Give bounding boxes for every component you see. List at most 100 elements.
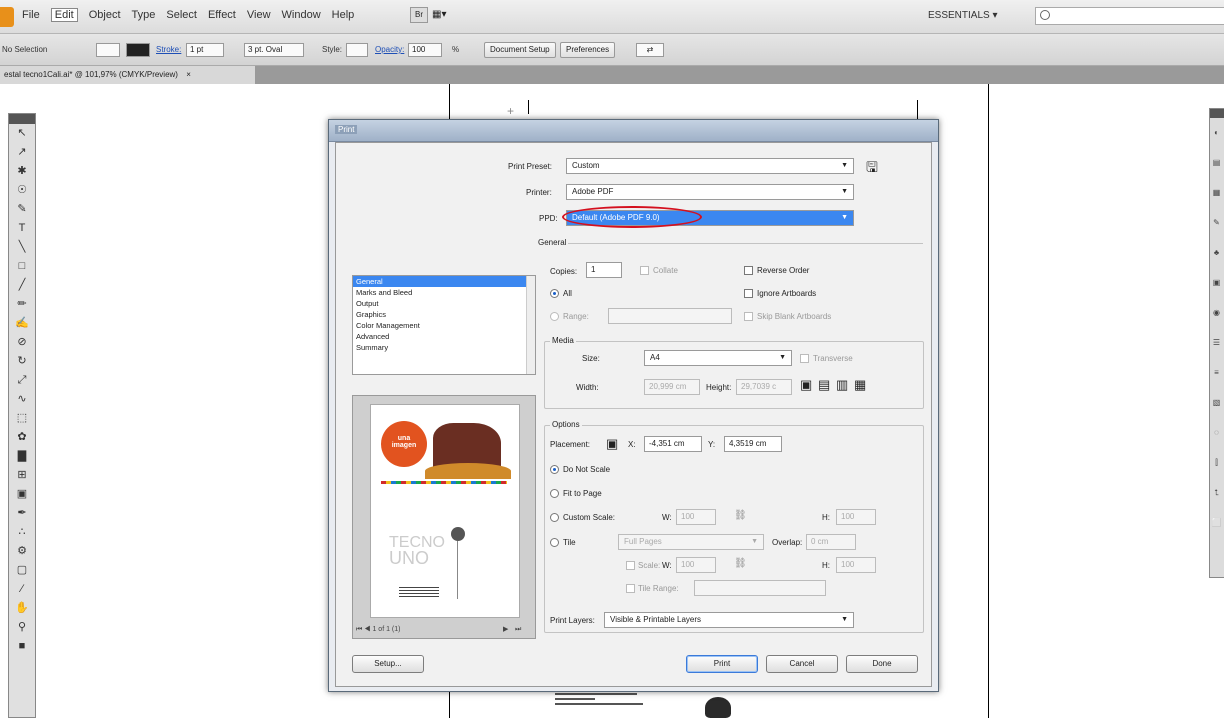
direct-selection-tool-icon[interactable]: ↗ [9,143,35,162]
hand-tool-icon[interactable]: ✋ [9,599,35,618]
print-preset-dropdown[interactable]: Custom ▼ [566,158,854,174]
scale-h-input[interactable]: 100 [836,509,876,525]
last-page-icon[interactable]: ⏭ [515,621,521,638]
slice-tool-icon[interactable]: ∕ [9,580,35,599]
fit-to-page-radio[interactable] [550,489,559,498]
size-dropdown[interactable]: A4 ▼ [644,350,792,366]
preview-navigation[interactable]: ⏮ ◀ 1 of 1 (1) ▶ ⏭ [353,621,535,638]
flipped-landscape-icon[interactable]: ▦ [854,377,866,393]
tile-dropdown[interactable]: Full Pages ▼ [618,534,764,550]
next-page-icon[interactable]: ▶ [503,621,508,638]
category-marks-bleed[interactable]: Marks and Bleed [353,287,535,298]
overlap-input[interactable]: 0 cm [806,534,856,550]
reverse-order-checkbox[interactable] [744,266,753,275]
category-summary[interactable]: Summary [353,342,535,353]
type-tool-icon[interactable]: T [9,219,35,238]
menu-edit[interactable]: Edit [50,8,78,22]
skip-blank-checkbox[interactable] [744,312,753,321]
color-guide-panel-icon[interactable]: ▤ [1210,148,1223,178]
stroke-swatch[interactable] [126,43,150,57]
fill-swatch[interactable] [96,43,120,57]
document-setup-button[interactable]: Document Setup [484,42,556,58]
category-color-management[interactable]: Color Management [353,320,535,331]
scale-w-input[interactable]: 100 [676,509,716,525]
width-input[interactable]: 20,999 cm [644,379,700,395]
constrain-link-icon[interactable]: ⛓ [734,510,747,521]
eraser-tool-icon[interactable]: ⊘ [9,333,35,352]
placement-y-input[interactable]: 4,3519 cm [724,436,782,452]
warp-tool-icon[interactable]: ∿ [9,390,35,409]
tile-scale-w-input[interactable]: 100 [676,557,716,573]
tile-constrain-link-icon[interactable]: ⛓ [734,558,747,569]
tile-scale-checkbox[interactable] [626,561,635,570]
placement-reference-icon[interactable]: ▣ [606,436,618,452]
prev-page-icon[interactable]: ◀ [364,626,370,633]
artboard-tool-icon[interactable]: ▢ [9,561,35,580]
opacity-field[interactable]: 100 [408,43,442,57]
appearance-panel-icon[interactable]: ◉ [1210,298,1223,328]
tools-panel-header[interactable] [9,114,35,124]
pencil-tool-icon[interactable]: ✏ [9,295,35,314]
document-tab[interactable]: estal tecno1Cali.ai* @ 101,97% (CMYK/Pre… [0,66,256,84]
transverse-checkbox[interactable] [800,354,809,363]
menu-file[interactable]: File [22,9,40,22]
pen-tool-icon[interactable]: ✎ [9,200,35,219]
collate-checkbox[interactable] [640,266,649,275]
do-not-scale-radio[interactable] [550,465,559,474]
all-radio[interactable] [550,289,559,298]
menu-select[interactable]: Select [166,9,197,22]
range-input[interactable] [608,308,732,324]
menu-window[interactable]: Window [282,9,321,22]
free-transform-tool-icon[interactable]: ⬚ [9,409,35,428]
rectangle-tool-icon[interactable]: □ [9,257,35,276]
graphic-style-dropdown[interactable] [346,43,368,57]
menu-help[interactable]: Help [332,9,355,22]
print-layers-dropdown[interactable]: Visible & Printable Layers ▼ [604,612,854,628]
menu-object[interactable]: Object [89,9,121,22]
help-search-input[interactable] [1035,7,1224,25]
landscape-orientation-icon[interactable]: ▤ [818,377,830,393]
stroke-panel-icon[interactable]: ≡ [1210,358,1223,388]
layers-panel-icon[interactable]: ☰ [1210,328,1223,358]
flipped-portrait-icon[interactable]: ▥ [836,377,848,393]
blob-brush-tool-icon[interactable]: ✍ [9,314,35,333]
rotate-tool-icon[interactable]: ↻ [9,352,35,371]
portrait-orientation-icon[interactable]: ▣ [800,377,812,393]
line-tool-icon[interactable]: ╲ [9,238,35,257]
workspace-switcher[interactable]: ESSENTIALS ▾ [928,10,998,21]
lasso-tool-icon[interactable]: ☉ [9,181,35,200]
save-preset-icon[interactable]: 🖫 [866,157,878,181]
menu-type[interactable]: Type [132,9,156,22]
tile-scale-h-input[interactable]: 100 [836,557,876,573]
align-panel-icon[interactable]: ⫿ [1210,448,1223,478]
tile-radio[interactable] [550,538,559,547]
eyedropper-tool-icon[interactable]: ✒ [9,504,35,523]
category-output[interactable]: Output [353,298,535,309]
printer-dropdown[interactable]: Adobe PDF ▼ [566,184,854,200]
gradient-panel-icon[interactable]: ▧ [1210,388,1223,418]
list-scrollbar[interactable] [526,276,535,374]
category-general[interactable]: General [353,276,535,287]
cancel-button[interactable]: Cancel [766,655,838,673]
custom-scale-radio[interactable] [550,513,559,522]
print-category-list[interactable]: General Marks and Bleed Output Graphics … [352,275,536,375]
close-tab-icon[interactable]: × [186,70,191,79]
print-button[interactable]: Print [686,655,758,673]
tile-range-input[interactable] [694,580,826,596]
menu-effect[interactable]: Effect [208,9,236,22]
transparency-panel-icon[interactable]: ◌ [1210,418,1223,448]
graphic-styles-panel-icon[interactable]: ▣ [1210,268,1223,298]
opacity-label[interactable]: Opacity: [375,45,404,54]
dialog-titlebar[interactable]: Print [329,120,938,142]
setup-button[interactable]: Setup... [352,655,424,673]
fill-stroke-icon[interactable]: ■ [9,637,35,656]
ignore-artboards-checkbox[interactable] [744,289,753,298]
selection-tool-icon[interactable]: ↖ [9,124,35,143]
column-graph-tool-icon[interactable]: ▇ [9,447,35,466]
swatches-panel-icon[interactable]: ▦ [1210,178,1223,208]
live-paint-tool-icon[interactable]: ⚙ [9,542,35,561]
copies-input[interactable]: 1 [586,262,622,278]
category-graphics[interactable]: Graphics [353,309,535,320]
mesh-tool-icon[interactable]: ⊞ [9,466,35,485]
height-input[interactable]: 29,7039 c [736,379,792,395]
